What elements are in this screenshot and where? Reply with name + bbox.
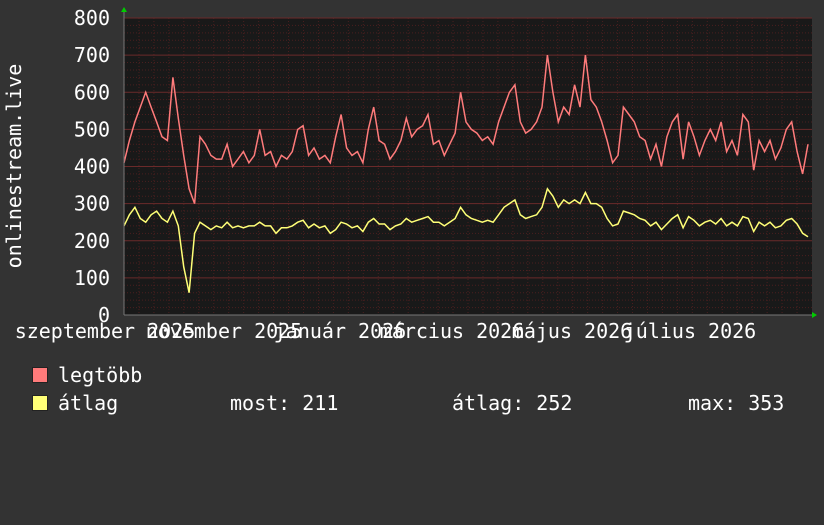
x-tick-label: július 2026: [624, 319, 756, 343]
legend-label-max: legtöbb: [58, 363, 143, 387]
y-axis-arrow: [121, 7, 127, 12]
y-tick-label: 100: [74, 266, 110, 290]
x-tick-label: május 2026: [512, 319, 632, 343]
y-tick-label: 800: [74, 6, 110, 30]
legend-swatch-avg: [32, 395, 48, 411]
stat-atlag: átlag: 252: [452, 391, 573, 415]
y-tick-label: 600: [74, 80, 110, 104]
y-tick-label: 400: [74, 155, 110, 179]
stat-max: max: 353: [688, 391, 785, 415]
y-axis-label: onlinestream.live: [2, 64, 26, 269]
y-tick-label: 700: [74, 43, 110, 67]
legend-swatch-max: [32, 367, 48, 383]
legend-label-avg: átlag: [58, 391, 119, 415]
legend-item-avg: átlag most: 211 átlag: 252 max: 353: [32, 392, 812, 414]
y-tick-label: 300: [74, 192, 110, 216]
legend-item-max: legtöbb: [32, 364, 332, 386]
x-axis-arrow: [812, 312, 817, 318]
y-tick-label: 200: [74, 229, 110, 253]
y-tick-label: 500: [74, 117, 110, 141]
stat-most: most: 211: [230, 391, 339, 415]
x-tick-label: március 2026: [380, 319, 525, 343]
